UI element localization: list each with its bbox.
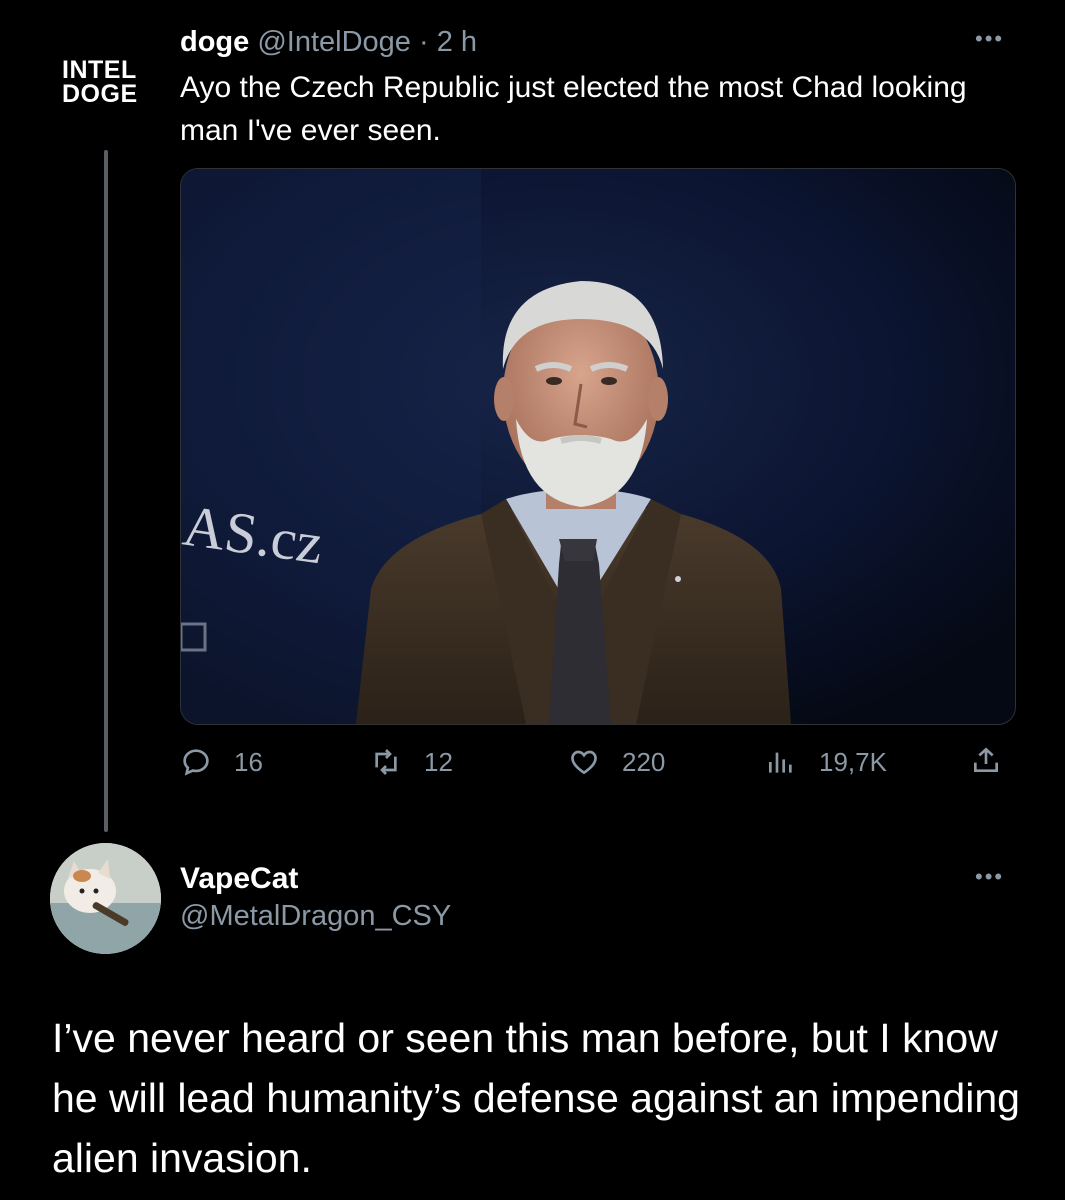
logo-line-2: DOGE — [62, 80, 138, 108]
author-name[interactable]: doge — [180, 26, 249, 58]
views-chart-icon — [769, 752, 792, 773]
share-icon — [974, 747, 998, 772]
avatar[interactable] — [50, 843, 161, 954]
tweet-timestamp[interactable]: 2 h — [437, 26, 477, 58]
cat-avatar-image — [50, 843, 161, 954]
view-count: 19,7K — [819, 746, 887, 777]
tweet-photo[interactable]: AS.cz — [180, 168, 1016, 725]
reply-button[interactable]: 16 — [180, 746, 263, 778]
reply-author-handle[interactable]: @MetalDragon_CSY — [180, 900, 451, 933]
reply-count: 16 — [234, 746, 263, 777]
retweet-icon — [375, 749, 397, 775]
more-options-icon[interactable]: ••• — [975, 26, 1004, 52]
reply-tweet-text: I’ve never heard or seen this man before… — [52, 1015, 1020, 1181]
retweet-button[interactable]: 12 — [370, 746, 453, 778]
tweet-header: doge @IntelDoge · 2 h — [180, 26, 477, 59]
retweet-count: 12 — [424, 746, 453, 777]
reply-icon — [183, 749, 209, 776]
intel-doge-logo[interactable]: INTEL DOGE — [62, 56, 152, 108]
tweet-text: Ayo the Czech Republic just elected the … — [180, 71, 967, 147]
author-handle[interactable]: @IntelDoge — [257, 26, 411, 58]
like-count: 220 — [622, 746, 666, 777]
views-button[interactable]: 19,7K — [765, 746, 887, 778]
like-button[interactable]: 220 — [568, 746, 665, 778]
thread-connector-line — [104, 150, 108, 832]
share-button[interactable] — [970, 744, 1002, 776]
reply-author-name[interactable]: VapeCat — [180, 862, 298, 896]
man-in-suit-illustration: AS.cz — [181, 169, 1015, 724]
header-separator: · — [419, 26, 429, 58]
heart-icon — [571, 750, 597, 775]
more-options-icon[interactable]: ••• — [975, 864, 1004, 890]
logo-line-1: INTEL — [62, 56, 137, 84]
